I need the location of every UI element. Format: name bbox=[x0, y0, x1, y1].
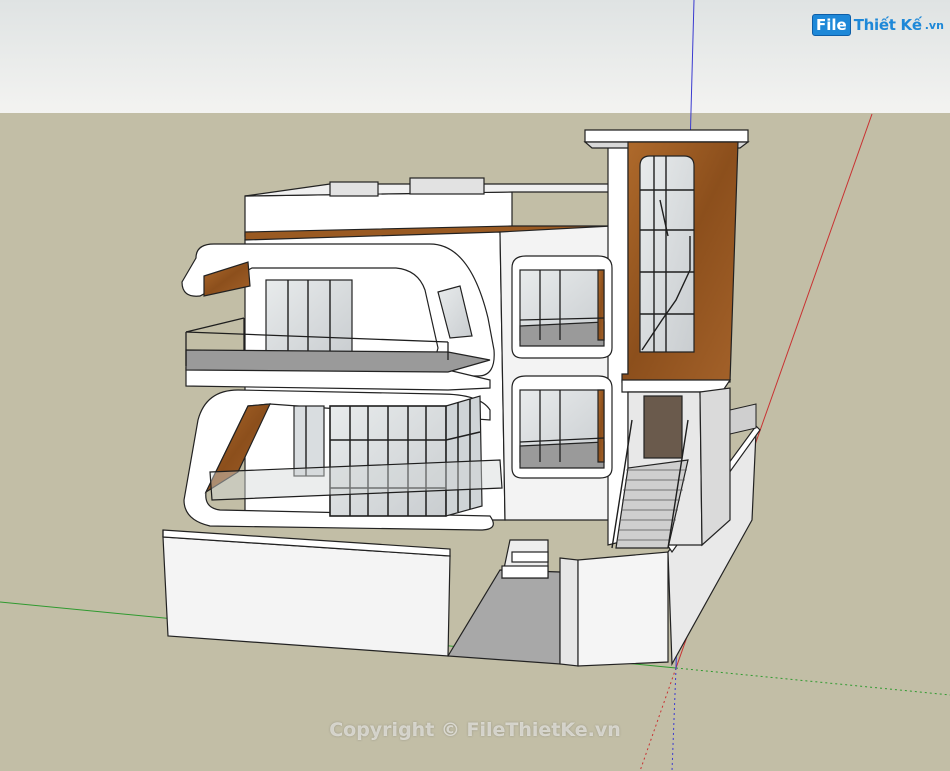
brand-logo: File Thiết Kế .vn bbox=[812, 14, 944, 36]
logo-badge: File bbox=[812, 14, 851, 36]
sky bbox=[0, 0, 950, 113]
sketchup-house-render bbox=[0, 0, 950, 771]
upper-window bbox=[265, 279, 353, 359]
logo-name: Thiết Kế bbox=[853, 16, 922, 34]
copyright-watermark: Copyright © FileThietKe.vn bbox=[329, 719, 621, 741]
logo-tld: .vn bbox=[924, 18, 944, 32]
tower-window bbox=[639, 155, 695, 353]
entry-door bbox=[643, 395, 683, 459]
